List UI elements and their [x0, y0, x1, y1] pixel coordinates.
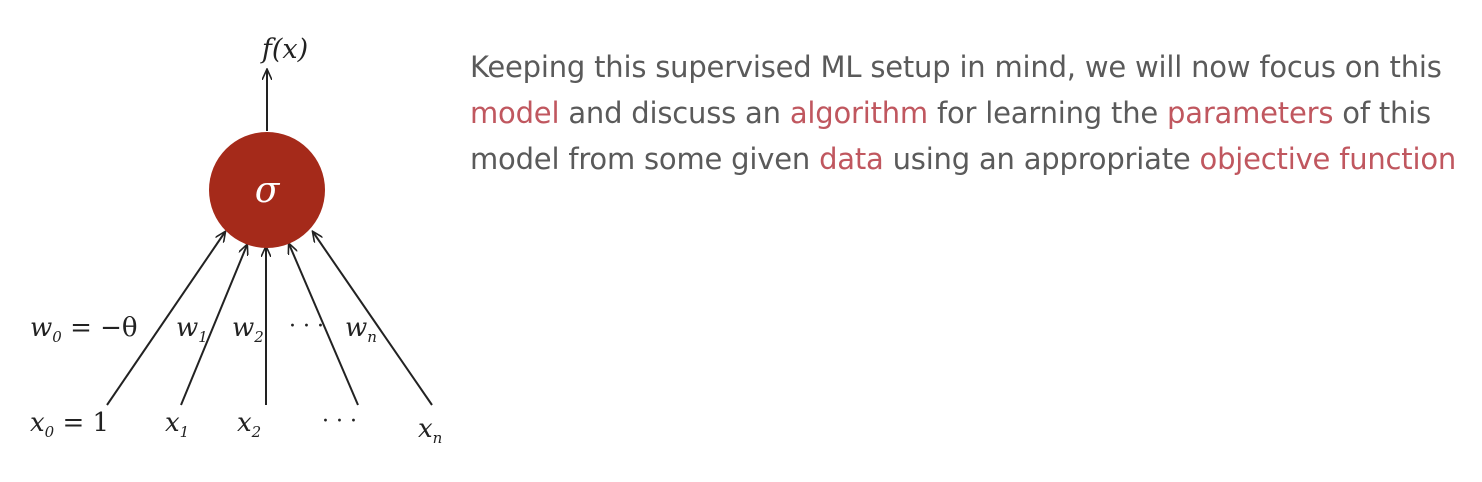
highlight-parameters: parameters [1167, 96, 1334, 130]
text-segment: for learning the [927, 96, 1168, 130]
perceptron-diagram: f(x) σ w0 = −θ w1 w2 · · · wn x0 = 1 x1 [30, 34, 442, 447]
description-paragraph: Keeping this supervised ML setup in mind… [470, 44, 1470, 182]
text-segment: using an appropriate [883, 142, 1200, 176]
edge-xn [313, 232, 433, 406]
highlight-data: data [819, 142, 884, 176]
text-segment: and discuss an [559, 96, 790, 130]
highlight-algorithm: algorithm [789, 96, 928, 130]
text-segment: Keeping this supervised ML setup in mind… [470, 50, 1442, 84]
input-xn-label: xn [418, 414, 442, 447]
weight-dots-label: · · · [289, 314, 324, 339]
input-dots-label: · · · [322, 409, 357, 434]
weight-w0-label: w0 = −θ [30, 313, 138, 346]
highlight-model: model [470, 96, 560, 130]
sigma-symbol: σ [255, 170, 281, 211]
input-x2-label: x2 [237, 408, 261, 441]
output-label: f(x) [260, 34, 308, 65]
input-x0-label: x0 = 1 [30, 408, 109, 441]
weight-w1-label: w1 [176, 313, 208, 346]
highlight-objective-function: objective function [1199, 142, 1457, 176]
weight-w2-label: w2 [232, 313, 264, 346]
input-x1-label: x1 [165, 408, 189, 441]
slide: f(x) σ w0 = −θ w1 w2 · · · wn x0 = 1 x1 [0, 0, 1482, 482]
